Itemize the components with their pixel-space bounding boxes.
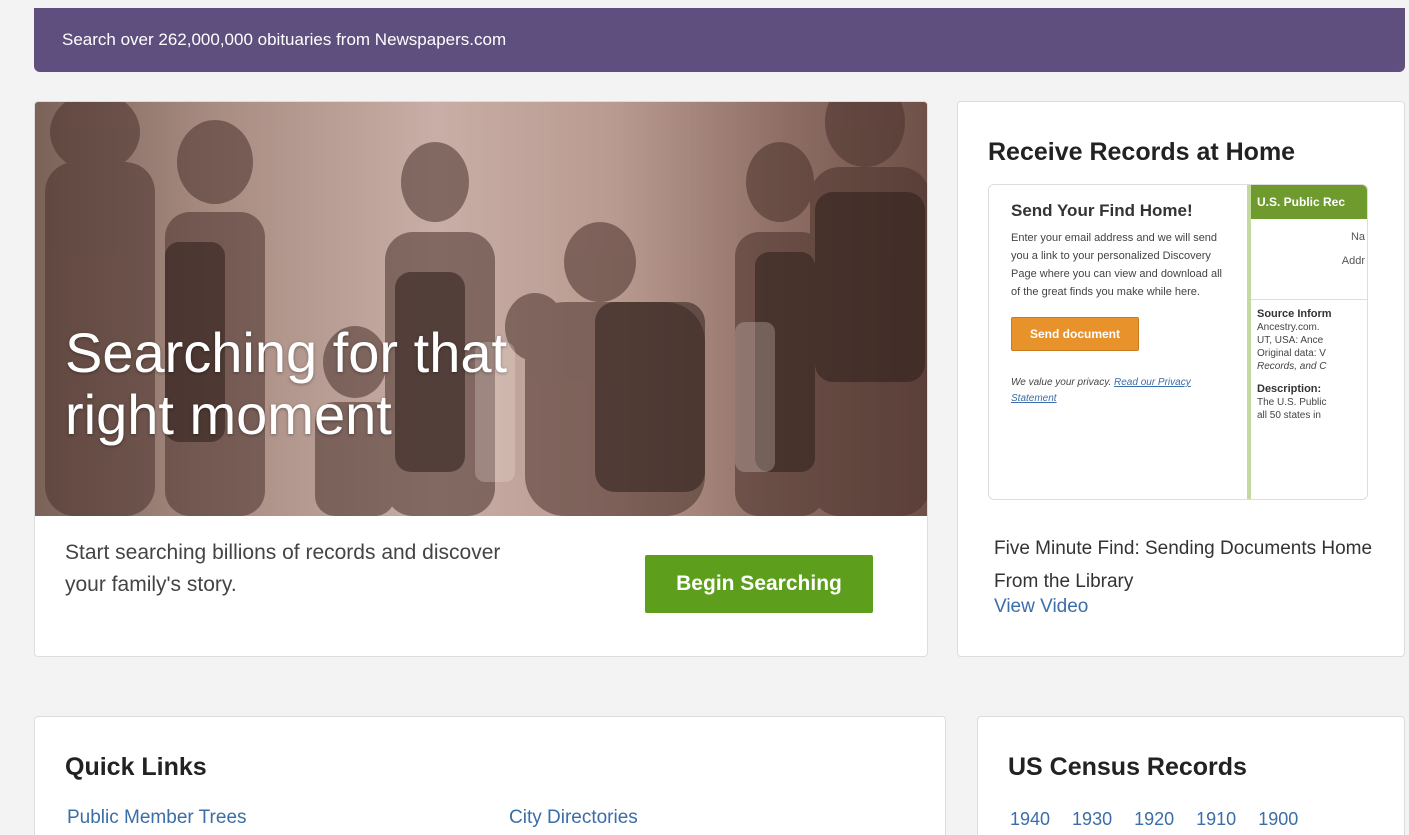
description-line-1: The U.S. Public: [1257, 397, 1327, 408]
source-line-1: Ancestry.com.: [1257, 322, 1320, 333]
record-field-address: Addr: [1341, 255, 1365, 267]
hero-subtext: Start searching billions of records and …: [65, 541, 501, 596]
census-year-1920[interactable]: 1920: [1134, 809, 1174, 830]
privacy-text: We value your privacy.: [1011, 377, 1112, 388]
description-label: Description:: [1257, 383, 1322, 395]
source-line-2: UT, USA: Ance: [1257, 335, 1324, 346]
quick-link-public-member-trees[interactable]: Public Member Trees: [67, 807, 247, 829]
hero-headline: Searching for that right moment: [65, 322, 665, 446]
receive-records-card: Receive Records at Home Send Your Find H…: [957, 101, 1405, 657]
headline-line-1: Searching for that: [65, 321, 508, 384]
us-census-records-card: US Census Records 1940 1930 1920 1910 19…: [977, 716, 1405, 835]
send-document-button: Send document: [1011, 317, 1139, 351]
headline-line-2: right moment: [65, 383, 392, 446]
receive-records-title: Receive Records at Home: [988, 138, 1296, 166]
census-years-list: 1940 1930 1920 1910 1900: [1010, 809, 1298, 830]
record-source-info: Source Inform Ancestry.com. UT, USA: Anc…: [1251, 299, 1367, 422]
preview-title: Send Your Find Home!: [1011, 201, 1193, 220]
record-header: U.S. Public Rec: [1251, 185, 1367, 219]
us-census-title: US Census Records: [1008, 753, 1247, 781]
preview-privacy-note: We value your privacy. Read our Privacy …: [1011, 375, 1221, 407]
cropped-header-strip: [0, 0, 1409, 8]
source-line-4: Records, and C: [1257, 361, 1327, 372]
preview-form-panel: Send Your Find Home! Enter your email ad…: [989, 185, 1247, 499]
banner-text: Search over 262,000,000 obituaries from …: [62, 30, 507, 49]
begin-searching-button[interactable]: Begin Searching: [645, 555, 873, 613]
source-line-3: Original data: V: [1257, 348, 1326, 359]
census-year-1940[interactable]: 1940: [1010, 809, 1050, 830]
quick-links-title: Quick Links: [65, 753, 207, 781]
preview-record-panel: U.S. Public Rec Na Addr Source Inform An…: [1247, 185, 1367, 499]
census-year-1900[interactable]: 1900: [1258, 809, 1298, 830]
five-minute-find-caption: Five Minute Find: Sending Documents Home…: [994, 538, 1373, 592]
preview-body: Enter your email address and we will sen…: [1011, 232, 1222, 298]
description-line-2: all 50 states in: [1257, 410, 1321, 421]
census-year-1910[interactable]: 1910: [1196, 809, 1236, 830]
source-label: Source Inform: [1257, 308, 1332, 320]
obituaries-search-banner[interactable]: Search over 262,000,000 obituaries from …: [34, 8, 1405, 72]
census-year-1930[interactable]: 1930: [1072, 809, 1112, 830]
vintage-photo-illustration: [45, 102, 927, 516]
quick-link-city-directories[interactable]: City Directories: [509, 807, 638, 829]
send-find-home-preview[interactable]: Send Your Find Home! Enter your email ad…: [988, 184, 1368, 500]
view-video-link[interactable]: View Video: [994, 596, 1088, 618]
quick-links-card: Quick Links Public Member Trees City Dir…: [34, 716, 946, 835]
record-field-name: Na: [1350, 231, 1365, 243]
hero-vintage-photo: Searching for that right moment: [35, 102, 927, 516]
hero-card: Searching for that right moment Start se…: [34, 101, 928, 657]
